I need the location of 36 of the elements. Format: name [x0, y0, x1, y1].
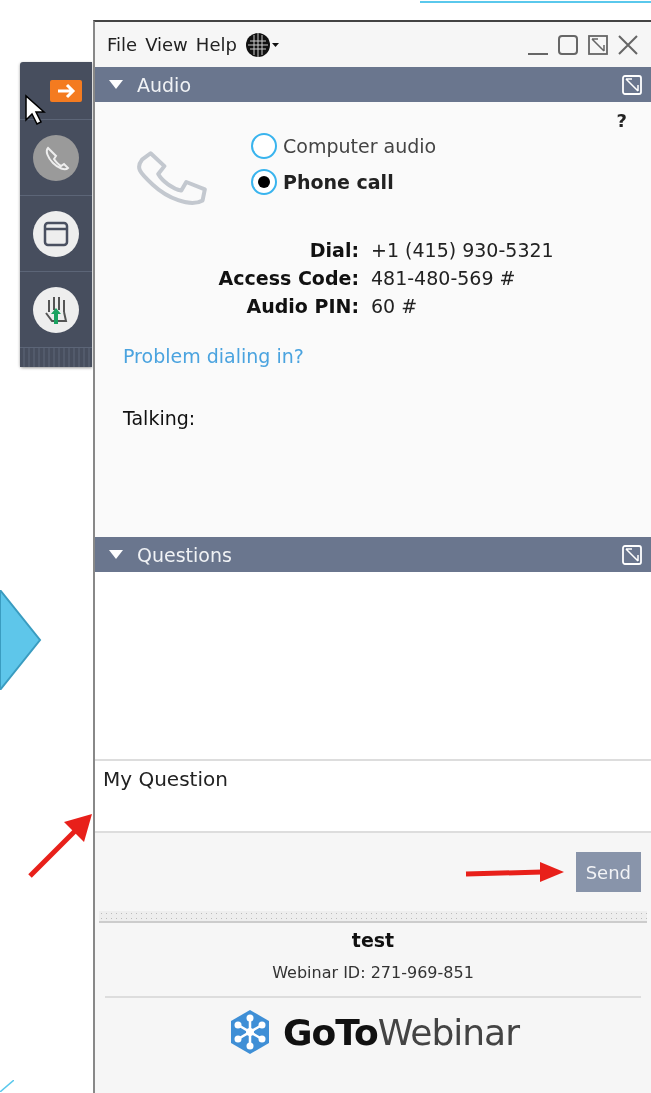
- close-icon[interactable]: [617, 33, 639, 56]
- radio-button[interactable]: [251, 169, 277, 195]
- menu-item[interactable]: File: [107, 34, 138, 55]
- popout-icon[interactable]: [587, 33, 609, 56]
- talking-label: Talking:: [123, 407, 196, 429]
- detail-label: Dial:: [308, 239, 359, 261]
- menu-item[interactable]: Help: [195, 34, 237, 55]
- detail-value: 481-480-569 #: [371, 267, 517, 289]
- raised-hand-icon[interactable]: [32, 285, 80, 334]
- phone-icon[interactable]: [32, 133, 80, 182]
- toolbar-grip[interactable]: [20, 348, 92, 367]
- collapse-triangle-icon[interactable]: [109, 549, 123, 560]
- mouse-cursor-icon: [24, 94, 46, 126]
- panel-title: Audio: [137, 73, 191, 96]
- webinar-title: test: [351, 929, 395, 951]
- collapse-triangle-icon[interactable]: [109, 79, 123, 90]
- detail-label: Audio PIN:: [245, 295, 359, 317]
- panel-title: Questions: [137, 543, 232, 566]
- question-input[interactable]: My Question: [95, 761, 651, 833]
- radio-label[interactable]: Phone call: [283, 171, 394, 193]
- resize-grip[interactable]: [99, 911, 647, 923]
- webinar-id: Webinar ID: 271-969-851: [272, 963, 474, 982]
- maximize-icon[interactable]: [557, 33, 579, 56]
- help-link[interactable]: ?: [616, 110, 627, 131]
- radio-button[interactable]: [251, 133, 277, 159]
- panel-header[interactable]: Questions: [95, 537, 651, 572]
- panel-header[interactable]: Audio: [95, 67, 651, 102]
- menu-item[interactable]: View: [145, 34, 188, 55]
- decorative-line-drawing: [0, 1080, 14, 1092]
- globe-icon[interactable]: [244, 31, 281, 58]
- detail-label: Access Code:: [217, 267, 359, 289]
- detail-value: +1 (415) 930-5321: [371, 239, 555, 261]
- detail-value: 60 #: [371, 295, 419, 317]
- radio-label[interactable]: Computer audio: [283, 135, 437, 157]
- window-icon[interactable]: [32, 209, 80, 258]
- logo-wordmark: GoToWebinar: [283, 1011, 519, 1053]
